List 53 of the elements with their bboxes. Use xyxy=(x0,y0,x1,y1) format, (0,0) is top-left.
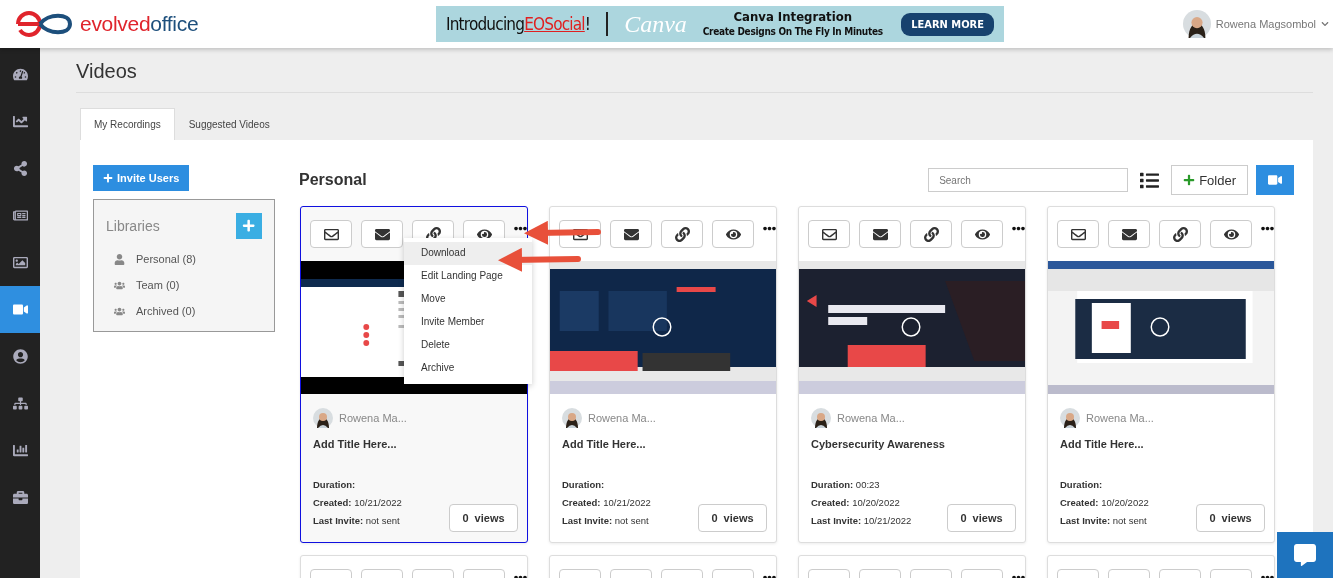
menu-item[interactable]: Delete xyxy=(404,334,532,357)
video-title: Cybersecurity Awareness xyxy=(811,438,946,450)
last-invite-text: Last Invite: not sent xyxy=(313,514,400,528)
banner-subline: Create Designs On The Fly In Minutes xyxy=(702,25,883,39)
banner-text: Introducing xyxy=(446,14,525,34)
video-title: Add Title Here... xyxy=(562,438,647,450)
menu-item[interactable]: Archive xyxy=(404,357,532,380)
created-text: Created: 10/20/2022 xyxy=(811,496,900,510)
duration-text: Duration: xyxy=(1060,478,1103,492)
menu-item[interactable]: Move xyxy=(404,288,532,311)
video-title: Add Title Here... xyxy=(313,438,398,450)
user-name[interactable]: Rowena Magsombol xyxy=(1215,18,1316,30)
views-button[interactable]: 0 views xyxy=(698,504,767,532)
video-card[interactable]: Rowena Ma... Add Title Here... Duration: Created: 10/20/2022 Last Invite: not sent 0 views xyxy=(1047,206,1275,543)
logo-text: evolvedoffice xyxy=(80,12,199,36)
created-text: Created: 10/21/2022 xyxy=(313,496,402,510)
banner-brand: EOSocial xyxy=(524,14,585,34)
banner-text: ! xyxy=(584,14,591,34)
author-name: Rowena Ma... xyxy=(339,412,407,424)
video-title: Add Title Here... xyxy=(1060,438,1145,450)
menu-item[interactable]: Download xyxy=(404,242,532,265)
banner-headline: Canva Integration xyxy=(733,9,853,24)
last-invite-text: Last Invite: 10/21/2022 xyxy=(811,514,912,528)
libraries-title: Libraries xyxy=(106,218,160,234)
created-text: Created: 10/20/2022 xyxy=(1060,496,1149,510)
learn-more-button[interactable]: LEARN MORE xyxy=(901,12,994,36)
menu-item[interactable]: Edit Landing Page xyxy=(404,265,532,288)
author-name: Rowena Ma... xyxy=(837,412,905,424)
views-button[interactable]: 0 views xyxy=(947,504,1016,532)
library-item[interactable]: Personal (8) xyxy=(136,253,196,265)
folder-button[interactable]: Folder xyxy=(1171,165,1248,195)
tab[interactable]: Suggested Videos xyxy=(174,108,284,140)
duration-text: Duration: xyxy=(562,478,605,492)
author-name: Rowena Ma... xyxy=(588,412,656,424)
promo-banner[interactable]: IntroducingEOSocial! Canva Canva Integration Create Designs On The Fly In Minutes LEARN MORE xyxy=(436,6,1004,42)
menu-item[interactable]: Invite Member xyxy=(404,311,532,334)
duration-text: Duration: 00:23 xyxy=(811,478,880,492)
video-card[interactable]: Rowena Ma... Add Title Here... Duration: Created: 10/21/2022 Last Invite: not sent 0 views xyxy=(549,206,777,543)
last-invite-text: Last Invite: not sent xyxy=(1060,514,1147,528)
last-invite-text: Last Invite: not sent xyxy=(562,514,649,528)
library-item[interactable]: Archived (0) xyxy=(136,305,196,317)
author-name: Rowena Ma... xyxy=(1086,412,1154,424)
library-item[interactable]: Team (0) xyxy=(136,279,180,291)
video-card[interactable]: Rowena Ma... Cybersecurity Awareness Duration: 00:23 Created: 10/20/2022 Last Invite: 10/21/2022 0 views xyxy=(798,206,1026,543)
tab[interactable]: My Recordings xyxy=(80,108,175,140)
duration-text: Duration: xyxy=(313,478,356,492)
views-button[interactable]: 0 views xyxy=(449,504,518,532)
section-title: Personal xyxy=(299,171,367,189)
canva-logo: Canva xyxy=(624,10,687,38)
search-field[interactable]: Search xyxy=(928,168,1129,192)
page-title: Videos xyxy=(76,48,1313,93)
created-text: Created: 10/21/2022 xyxy=(562,496,651,510)
views-button[interactable]: 0 views xyxy=(1196,504,1265,532)
